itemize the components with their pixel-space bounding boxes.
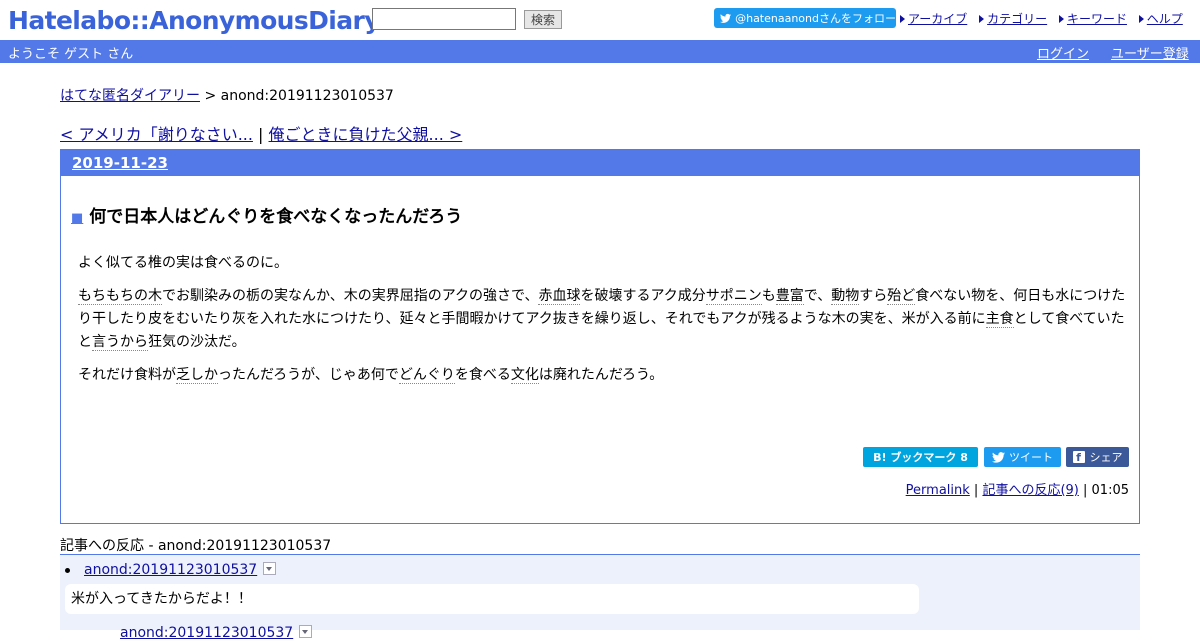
prev-next-nav: < アメリカ「謝りなさい... | 俺ごときに負けた父親... > <box>60 121 462 145</box>
entry-paragraph-1: よく似てる椎の実は食べるのに。 <box>78 255 288 271</box>
nav-archive[interactable]: アーカイブ <box>908 12 967 26</box>
entry-paragraph-3: それだけ食料が乏しかったんだろうが、じゃあ何でどんぐりを食べる文化は廃れたんだろ… <box>78 364 1130 387</box>
body-text-segment: を破壊するアク成分 <box>580 288 706 304</box>
entry-date-bar: 2019-11-23 <box>61 150 1139 176</box>
search-input[interactable] <box>372 8 516 30</box>
user-bar: ようこそ ゲスト さん ログイン ユーザー登録 <box>0 40 1200 63</box>
entry-square-link[interactable]: ■ <box>71 211 83 226</box>
keyword-link[interactable]: どんぐり <box>398 367 455 384</box>
entry-paragraph-2: もちもちの木でお馴染みの栃の実なんか、木の実界屈指のアクの強さで、赤血球を破壊す… <box>78 285 1130 354</box>
twitter-follow-label: @hatenaanondさんをフォロー <box>735 12 896 25</box>
arrow-icon <box>1058 15 1064 23</box>
prev-entry-link[interactable]: < アメリカ「謝りなさい... <box>60 125 253 144</box>
tweet-button[interactable]: ツイート <box>984 447 1061 467</box>
keyword-link[interactable]: 言うから <box>92 334 148 351</box>
reactions-heading: 記事への反応 - anond:20191123010537 <box>60 538 332 554</box>
body-text-segment: でお馴染みの栃の実なんか、木の実界屈指のアクの強さで、 <box>162 288 539 304</box>
arrow-icon <box>979 15 985 23</box>
keyword-link[interactable]: もちもちの木 <box>78 288 162 305</box>
keyword-link[interactable]: 乏しか <box>176 367 218 384</box>
breadcrumb-home[interactable]: はてな匿名ダイアリー <box>60 88 200 104</box>
body-text-segment: を食べる <box>454 367 511 383</box>
search-button[interactable]: 検索 <box>524 10 562 29</box>
chevron-down-icon[interactable] <box>263 562 277 575</box>
facebook-icon: f <box>1072 451 1085 464</box>
reaction-item: anond:20191123010537 <box>120 625 313 641</box>
entry-box: 2019-11-23 ■ 何で日本人はどんぐりを食べなくなったんだろう よく似てる… <box>60 149 1140 524</box>
meta-separator: | <box>969 483 983 498</box>
keyword-link[interactable]: 赤血球 <box>538 288 581 305</box>
body-text-segment: 狂気の沙汰だ。 <box>148 334 246 350</box>
chevron-down-icon[interactable] <box>299 625 313 638</box>
keyword-link[interactable]: 動物 <box>831 288 860 305</box>
permalink-link[interactable]: Permalink <box>906 483 970 498</box>
entry-meta: Permalink | 記事への反応(9) | 01:05 <box>906 479 1129 498</box>
meta-separator: | <box>1078 483 1092 498</box>
nav-help[interactable]: ヘルプ <box>1147 12 1183 26</box>
welcome-text: ようこそ ゲスト さん <box>8 47 134 62</box>
reaction-item: anond:20191123010537 <box>84 562 277 578</box>
reaction-link[interactable]: anond:20191123010537 <box>84 562 257 578</box>
facebook-share-button[interactable]: f シェア <box>1066 447 1129 467</box>
keyword-link[interactable]: サポニン <box>705 288 762 305</box>
register-link[interactable]: ユーザー登録 <box>1111 43 1189 62</box>
tweet-label: ツイート <box>1009 451 1053 464</box>
entry-title: ■ 何で日本人はどんぐりを食べなくなったんだろう <box>71 202 462 227</box>
body-text-segment: で、 <box>803 288 832 304</box>
prev-next-separator: | <box>252 125 269 144</box>
breadcrumb-separator: > <box>200 88 221 104</box>
reaction-excerpt: 米が入ってきたからだよ！！ <box>65 584 919 614</box>
keyword-link[interactable]: 殆ど <box>887 288 916 305</box>
site-header: Hatelabo::AnonymousDiary 検索 @hatenaanond… <box>0 0 1200 40</box>
list-bullet <box>65 568 70 573</box>
body-text-segment: それだけ食料が <box>78 367 176 383</box>
body-text-segment: すら <box>859 288 888 304</box>
body-text-segment: ったんだろうが、じゃあ何で <box>218 367 399 383</box>
keyword-link[interactable]: 文化 <box>510 367 539 384</box>
reactions-list: anond:20191123010537 米が入ってきたからだよ！！ anond… <box>60 555 1140 641</box>
nav-category[interactable]: カテゴリー <box>987 12 1047 26</box>
breadcrumb: はてな匿名ダイアリー > anond:20191123010537 <box>60 85 394 105</box>
keyword-link[interactable]: 豊富 <box>775 288 804 305</box>
site-logo[interactable]: Hatelabo::AnonymousDiary <box>8 6 381 35</box>
login-link[interactable]: ログイン <box>1037 43 1089 62</box>
reactions-link[interactable]: 記事への反応(9) <box>982 483 1078 498</box>
twitter-icon <box>992 451 1005 463</box>
entry-date-link[interactable]: 2019-11-23 <box>72 154 168 172</box>
entry-time: 01:05 <box>1091 483 1129 498</box>
body-text-segment: も <box>761 288 776 304</box>
twitter-icon <box>720 13 732 23</box>
entry-body: よく似てる椎の実は食べるのに。 もちもちの木でお馴染みの栃の実なんか、木の実界屈… <box>78 252 1130 397</box>
twitter-follow-button[interactable]: @hatenaanondさんをフォロー <box>714 8 896 28</box>
body-text-segment: は廃れたんだろう。 <box>538 367 664 383</box>
facebook-share-label: シェア <box>1089 451 1123 464</box>
arrow-icon <box>900 15 905 23</box>
header-nav: アーカイブ カテゴリー キーワード ヘルプ <box>900 10 1183 27</box>
nav-keyword[interactable]: キーワード <box>1067 12 1127 26</box>
hatena-bookmark-button[interactable]: B! ブックマーク 8 <box>863 447 978 467</box>
entry-title-text: 何で日本人はどんぐりを食べなくなったんだろう <box>89 207 463 227</box>
reaction-link[interactable]: anond:20191123010537 <box>120 625 293 641</box>
arrow-icon <box>1138 15 1144 23</box>
keyword-link[interactable]: 主食 <box>985 311 1014 328</box>
next-entry-link[interactable]: 俺ごときに負けた父親... > <box>269 125 463 144</box>
breadcrumb-current: anond:20191123010537 <box>220 88 394 104</box>
